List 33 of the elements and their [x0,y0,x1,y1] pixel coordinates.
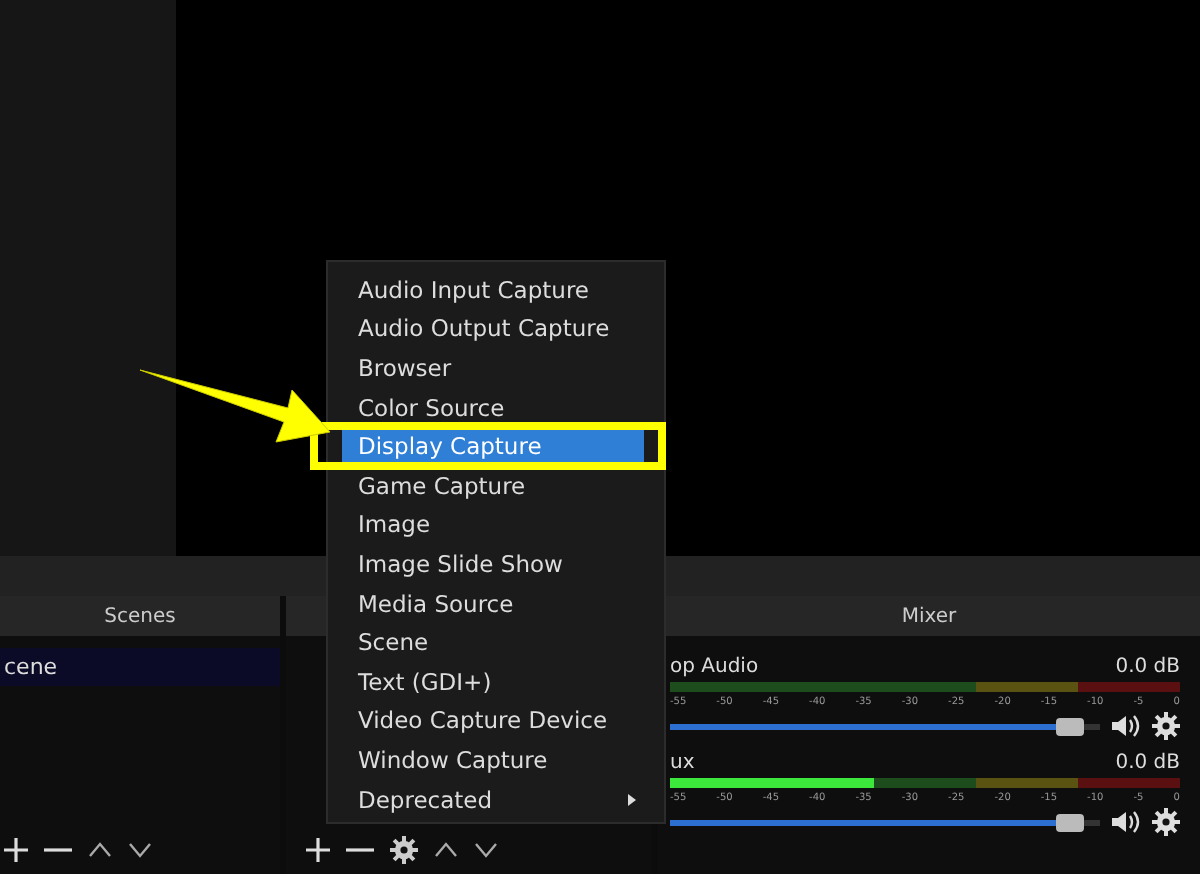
list-row[interactable]: cene [0,648,280,686]
settings-icon[interactable] [1152,808,1180,836]
menu-item[interactable]: Browser [342,352,644,384]
up-icon[interactable] [88,842,112,858]
menu-item[interactable]: Window Capture [342,744,644,776]
menu-item[interactable]: Image [342,509,644,541]
settings-icon[interactable] [390,836,418,864]
volume-reading: 0.0 dB [1115,752,1180,774]
up-icon[interactable] [434,842,458,858]
down-icon[interactable] [474,842,498,858]
plus-icon[interactable] [306,838,330,862]
down-icon[interactable] [128,842,152,858]
slider-thumb[interactable] [1055,717,1084,735]
menu-item[interactable]: Display Capture [342,430,644,462]
dock-header: Scenes [0,596,280,636]
menu-item[interactable]: Scene [342,626,644,658]
menu-item[interactable]: Video Capture Device [342,705,644,737]
channel-name: op Audio [670,656,759,678]
volume-reading: 0.0 dB [1115,656,1180,678]
menu-item[interactable]: Audio Output Capture [342,313,644,345]
speaker-icon[interactable] [1112,810,1140,834]
slider-thumb[interactable] [1055,813,1084,831]
menu-item[interactable]: Game Capture [342,469,644,502]
speaker-icon[interactable] [1112,714,1140,738]
plus-icon[interactable] [4,838,28,862]
channel-name: ux [670,752,695,774]
menu-item[interactable]: Image Slide Show [342,548,644,580]
menu-item[interactable]: Media Source [342,587,644,619]
menu-item[interactable]: Text (GDI+) [342,665,644,698]
menu-item[interactable]: Deprecated [342,783,644,815]
menu-item[interactable]: Audio Input Capture [342,274,644,306]
settings-icon[interactable] [1152,712,1180,740]
menu-item[interactable]: Color Source [342,391,644,423]
